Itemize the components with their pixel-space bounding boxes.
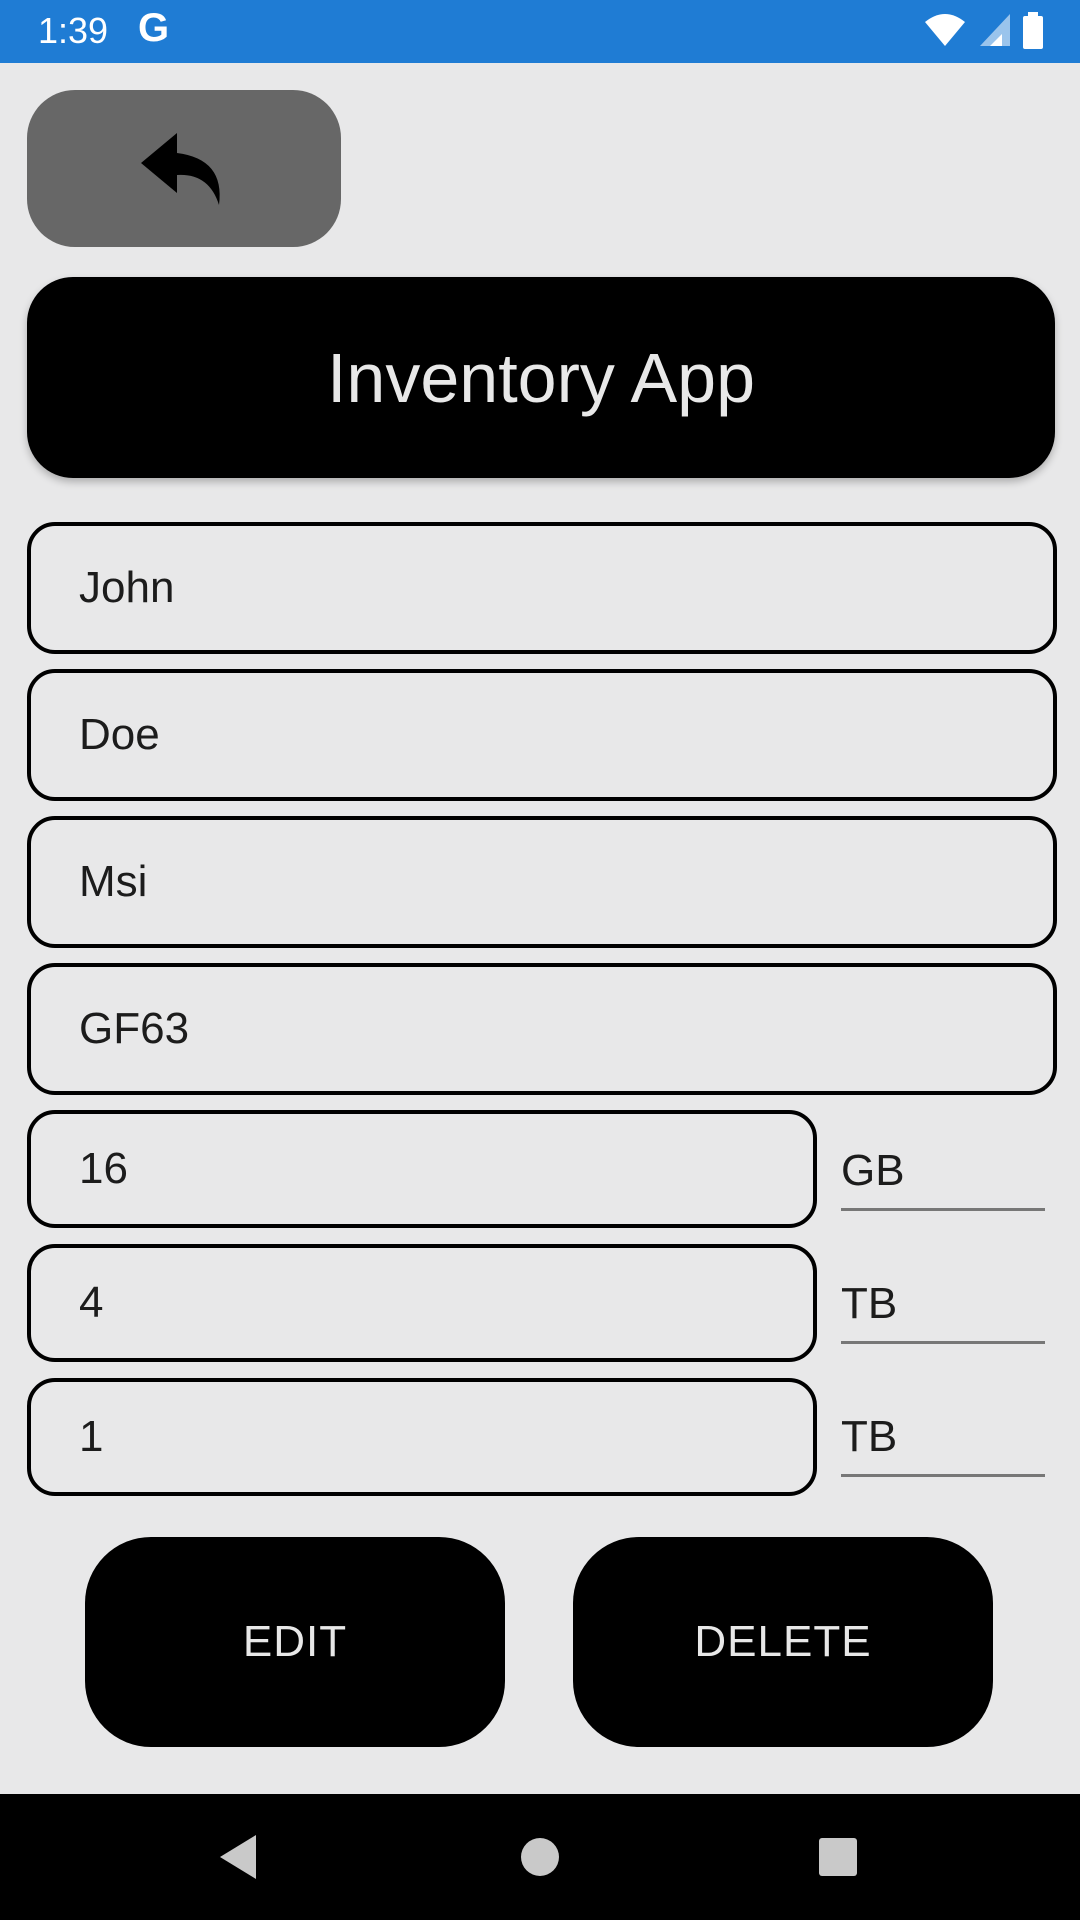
first-name-value: John	[79, 563, 175, 612]
recents-square-icon	[819, 1838, 857, 1876]
battery-icon	[1023, 12, 1043, 49]
status-time: 1:39	[38, 10, 109, 51]
ram-unit-value: GB	[841, 1146, 905, 1195]
wifi-icon	[925, 14, 966, 46]
storage2-unit-value: TB	[841, 1412, 898, 1461]
page-title: Inventory App	[326, 338, 756, 417]
ram-unit-selector[interactable]: GB	[841, 1134, 1045, 1211]
back-arrow-icon	[141, 132, 220, 205]
brand-value: Msi	[79, 857, 148, 906]
google-g-icon: G	[138, 6, 170, 50]
last-name-value: Doe	[79, 710, 160, 759]
storage1-unit-value: TB	[841, 1279, 898, 1328]
back-button[interactable]	[27, 90, 341, 247]
delete-button[interactable]: DELETE	[573, 1537, 993, 1747]
storage2-field[interactable]: 1	[27, 1378, 817, 1496]
brand-field[interactable]: Msi	[27, 816, 1057, 948]
back-triangle-icon	[220, 1835, 256, 1879]
nav-recents-button[interactable]	[798, 1794, 878, 1920]
system-nav-bar	[0, 1794, 1080, 1920]
storage1-value: 4	[79, 1278, 104, 1327]
model-field[interactable]: GF63	[27, 963, 1057, 1095]
storage2-value: 1	[79, 1412, 104, 1461]
status-bar: 1:39 G	[0, 0, 1080, 63]
first-name-field[interactable]: John	[27, 522, 1057, 654]
ram-value: 16	[79, 1144, 128, 1193]
nav-home-button[interactable]	[500, 1794, 580, 1920]
ram-field[interactable]: 16	[27, 1110, 817, 1228]
status-icons	[917, 12, 1044, 50]
nav-back-button[interactable]	[198, 1794, 278, 1920]
home-circle-icon	[521, 1838, 559, 1876]
storage1-field[interactable]: 4	[27, 1244, 817, 1362]
model-value: GF63	[79, 1004, 190, 1053]
cell-signal-icon	[979, 14, 1010, 46]
edit-button[interactable]: EDIT	[85, 1537, 505, 1747]
storage2-unit-selector[interactable]: TB	[841, 1400, 1045, 1477]
delete-button-label: DELETE	[694, 1617, 872, 1666]
header-card: Inventory App	[27, 277, 1055, 478]
storage1-unit-selector[interactable]: TB	[841, 1267, 1045, 1344]
edit-button-label: EDIT	[242, 1617, 348, 1666]
last-name-field[interactable]: Doe	[27, 669, 1057, 801]
